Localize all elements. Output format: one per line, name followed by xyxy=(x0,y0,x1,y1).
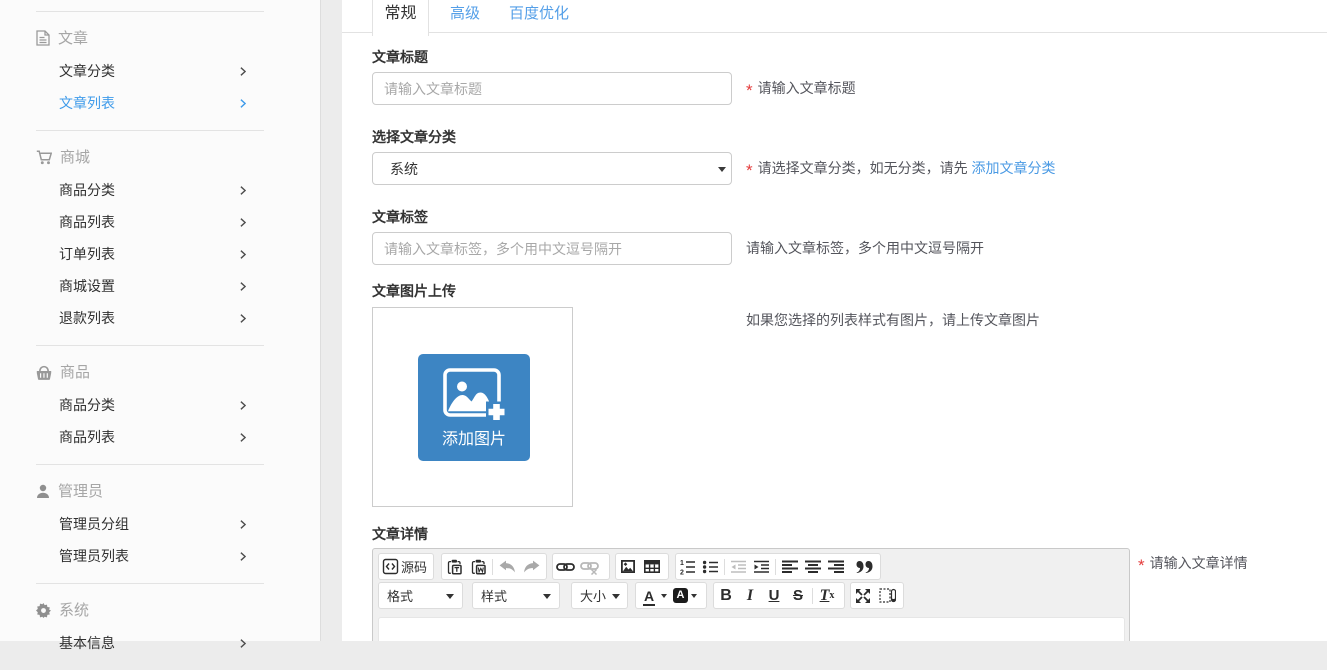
svg-text:2: 2 xyxy=(680,569,684,575)
svg-text:1: 1 xyxy=(680,560,684,567)
